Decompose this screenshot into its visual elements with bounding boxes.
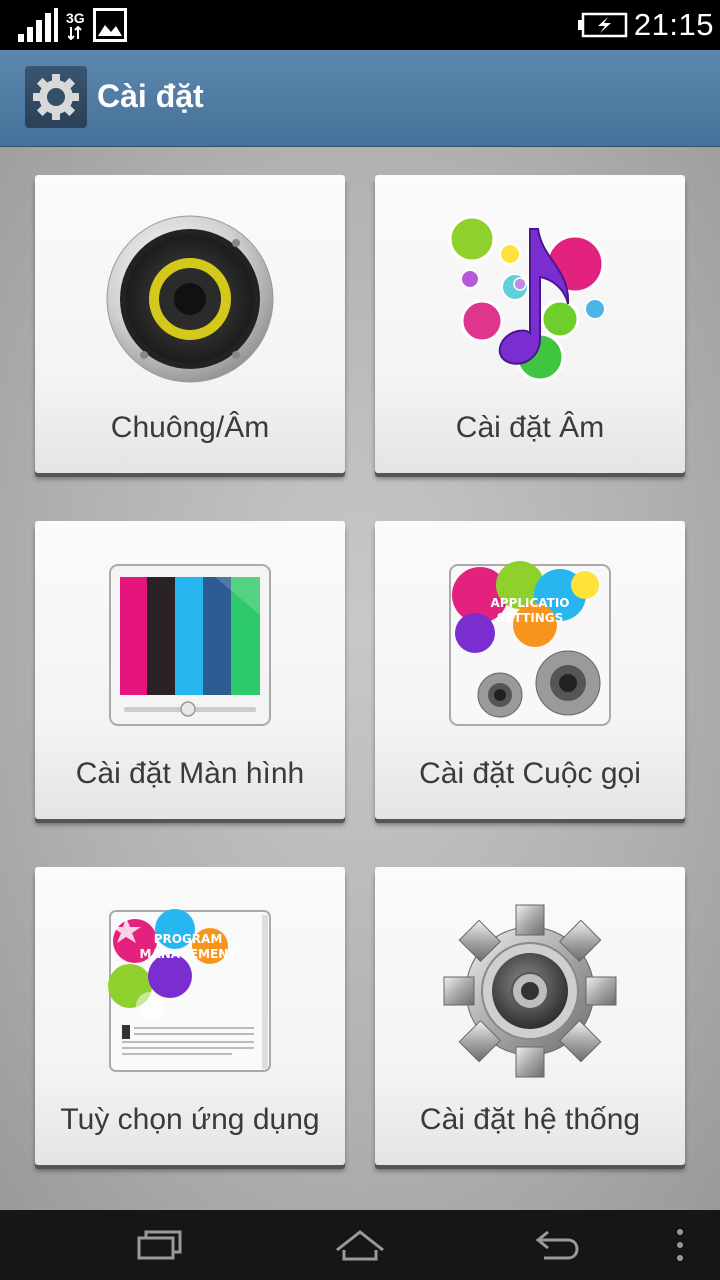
recent-apps-button[interactable] xyxy=(120,1220,200,1270)
speaker-icon xyxy=(106,215,274,383)
home-button[interactable] xyxy=(320,1220,400,1270)
program-management-icon: PROGRAM MANAGEMENT xyxy=(108,909,271,1072)
tile-sound-settings[interactable]: Cài đặt Âm xyxy=(375,175,685,473)
navigation-bar xyxy=(0,1210,720,1280)
tile-label: Cài đặt hệ thống xyxy=(419,1103,641,1136)
tile-system-settings[interactable]: Cài đặt hệ thống xyxy=(375,867,685,1165)
art-text-line-2: SETTINGS xyxy=(497,611,564,625)
settings-app-icon[interactable] xyxy=(25,66,87,128)
tile-label: Tuỳ chọn ứng dụng xyxy=(60,1103,320,1136)
network-type: 3G xyxy=(66,9,85,26)
home-icon xyxy=(336,1230,384,1261)
tile-label: Cài đặt Cuộc gọi xyxy=(419,757,641,790)
menu-icon xyxy=(677,1229,683,1261)
art-text-line-1: PROGRAM xyxy=(154,932,223,946)
signal-icon xyxy=(18,8,58,42)
music-note-icon xyxy=(448,215,606,382)
tile-label: Cài đặt Màn hình xyxy=(75,757,305,790)
menu-button[interactable] xyxy=(640,1220,720,1270)
tile-label: Chuông/Âm xyxy=(110,411,270,444)
display-icon xyxy=(109,564,271,726)
clock: 21:15 xyxy=(633,7,714,42)
action-bar: Cài đặt xyxy=(0,50,720,147)
page-title: Cài đặt xyxy=(97,78,204,114)
tile-display-settings[interactable]: Cài đặt Màn hình xyxy=(35,521,345,819)
back-button[interactable] xyxy=(518,1220,598,1270)
tile-app-options[interactable]: PROGRAM MANAGEMENT Tuỳ chọn ứng dụng xyxy=(35,867,345,1165)
application-settings-icon: APPLICATIO SETTINGS xyxy=(449,561,611,726)
tile-call-settings[interactable]: APPLICATIO SETTINGS Cài đặt Cuộc gọi xyxy=(375,521,685,819)
data-activity-icon xyxy=(68,25,83,40)
tile-ringtone-sound[interactable]: Chuông/Âm xyxy=(35,175,345,473)
tile-label: Cài đặt Âm xyxy=(455,411,605,444)
settings-grid: Chuông/Âm Cài đặt Âm Cài đặt Màn hình AP… xyxy=(0,147,720,1210)
art-text-line-2: MANAGEMENT xyxy=(140,947,238,961)
recent-apps-icon xyxy=(137,1230,182,1260)
system-gear-icon xyxy=(443,904,617,1078)
gallery-notification-icon xyxy=(92,8,127,42)
battery-charging-icon xyxy=(577,12,628,38)
back-icon xyxy=(535,1230,579,1260)
network-indicator: 3G xyxy=(66,9,85,40)
art-text-line-1: APPLICATIO xyxy=(490,596,569,610)
gear-icon xyxy=(33,74,79,120)
status-bar: 3G 21:15 xyxy=(0,0,720,50)
